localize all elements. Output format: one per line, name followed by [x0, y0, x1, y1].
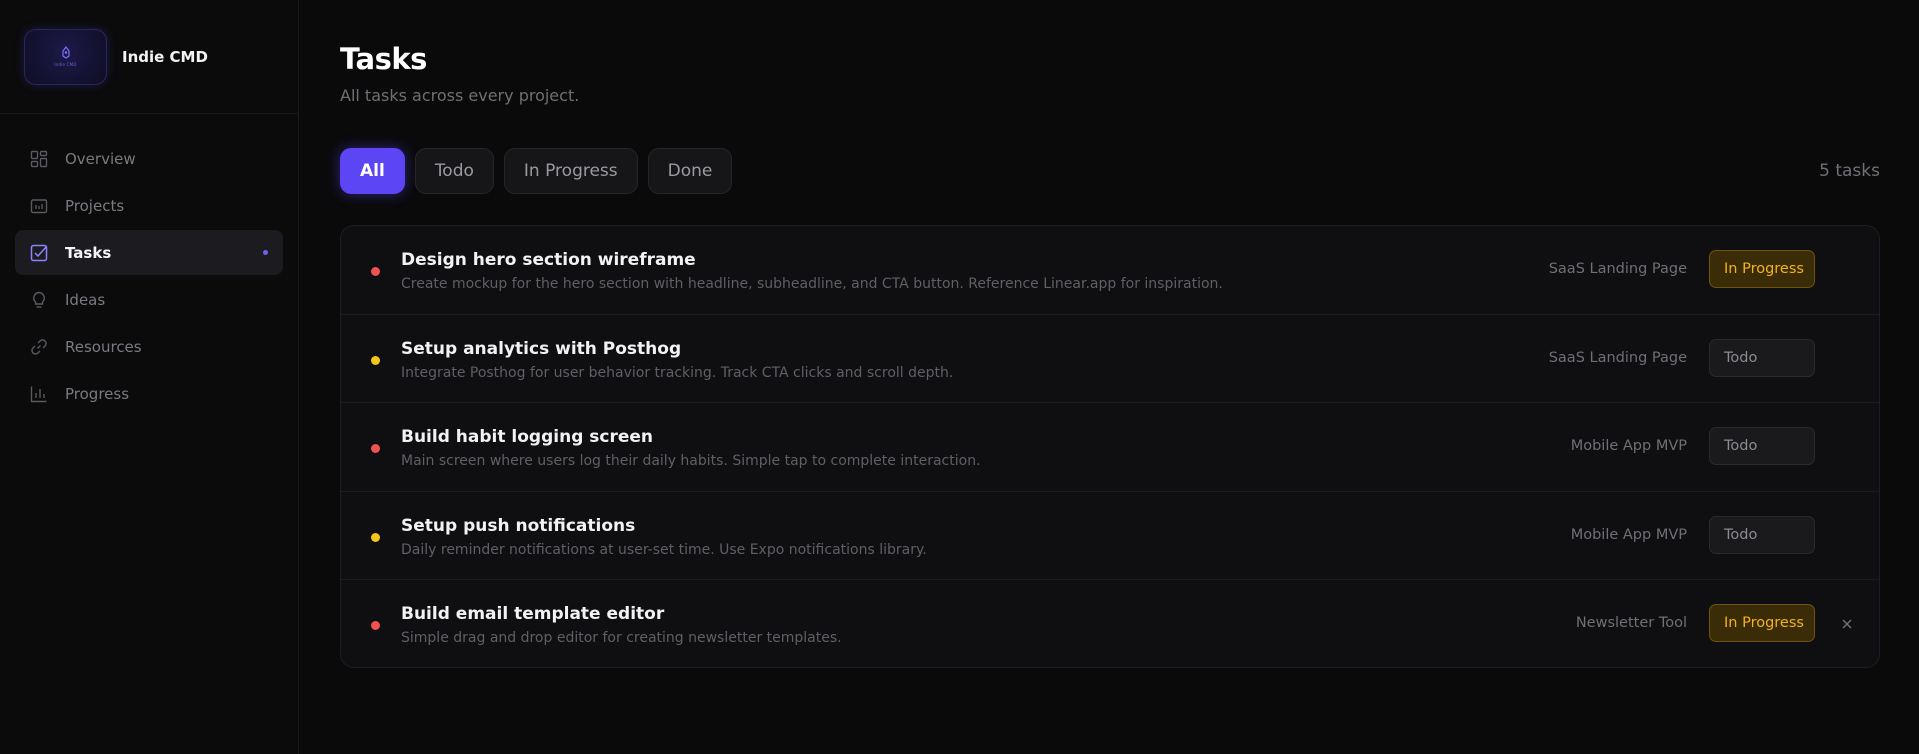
brand-name: Indie CMD — [122, 47, 208, 66]
task-row[interactable]: Setup push notifications Daily reminder … — [341, 491, 1879, 581]
filter-in-progress-button[interactable]: In Progress — [503, 148, 638, 194]
task-description: Simple drag and drop editor for creating… — [401, 630, 842, 647]
task-title[interactable]: Build email template editor — [401, 604, 664, 624]
task-row[interactable]: Build email template editor Simple drag … — [341, 580, 1879, 667]
status-select[interactable]: In Progress — [1709, 604, 1815, 643]
task-project: Mobile App MVP — [1570, 438, 1687, 455]
checkbox-icon — [30, 244, 48, 262]
task-project: Newsletter Tool — [1575, 615, 1687, 632]
sidebar-item-label: Overview — [65, 149, 136, 168]
task-count: 5 tasks — [1819, 161, 1880, 181]
sidebar-item-progress[interactable]: Progress — [15, 371, 283, 416]
status-filter-tabs: All Todo In Progress Done — [340, 148, 733, 194]
brand-header: Indie CMD Indie CMD — [0, 0, 298, 114]
lightbulb-icon — [30, 291, 48, 309]
task-row[interactable]: Build habit logging screen Main screen w… — [341, 403, 1879, 492]
page-subtitle: All tasks across every project. — [340, 86, 580, 105]
priority-dot — [371, 444, 380, 454]
task-description: Main screen where users log their daily … — [401, 453, 981, 470]
filter-todo-button[interactable]: Todo — [414, 148, 494, 194]
sidebar-item-ideas[interactable]: Ideas — [15, 277, 283, 322]
link-icon — [30, 338, 48, 356]
task-row[interactable]: Design hero section wireframe Create moc… — [341, 226, 1879, 315]
bar-chart-icon — [30, 385, 48, 403]
sidebar-item-label: Progress — [65, 384, 130, 403]
task-project: Mobile App MVP — [1570, 526, 1687, 543]
app-logo[interactable]: Indie CMD — [24, 28, 107, 85]
sidebar-item-projects[interactable]: Projects — [15, 183, 283, 228]
sidebar-item-label: Ideas — [65, 290, 106, 309]
priority-dot — [371, 621, 380, 631]
folder-icon — [30, 197, 48, 215]
page-title: Tasks — [340, 42, 427, 76]
rocket-icon — [61, 46, 70, 59]
sidebar-item-label: Projects — [65, 196, 125, 215]
task-title[interactable]: Design hero section wireframe — [401, 250, 696, 270]
sidebar: Indie CMD Indie CMD Overview Projects Ta… — [0, 0, 299, 754]
sidebar-item-tasks[interactable]: Tasks — [15, 230, 283, 275]
status-select[interactable]: Todo — [1709, 515, 1815, 554]
task-description: Daily reminder notifications at user-set… — [401, 541, 927, 558]
grid-icon — [30, 150, 48, 168]
priority-dot — [371, 267, 380, 276]
task-project: SaaS Landing Page — [1548, 261, 1687, 277]
active-indicator-dot — [263, 250, 268, 255]
task-row[interactable]: Setup analytics with Posthog Integrate P… — [341, 314, 1879, 404]
task-title[interactable]: Build habit logging screen — [401, 427, 653, 447]
filter-all-button[interactable]: All — [340, 148, 405, 194]
sidebar-item-overview[interactable]: Overview — [15, 136, 283, 181]
sidebar-item-label: Tasks — [65, 243, 112, 262]
task-title[interactable]: Setup push notifications — [401, 516, 635, 536]
priority-dot — [371, 532, 380, 542]
status-select[interactable]: In Progress — [1709, 250, 1815, 288]
status-select[interactable]: Todo — [1709, 338, 1815, 377]
task-list: Design hero section wireframe Create moc… — [340, 225, 1880, 668]
status-select[interactable]: Todo — [1709, 427, 1815, 466]
sidebar-nav: Overview Projects Tasks Ideas Resources … — [0, 114, 298, 416]
task-project: SaaS Landing Page — [1548, 349, 1687, 366]
task-description: Integrate Posthog for user behavior trac… — [401, 364, 954, 381]
task-title[interactable]: Setup analytics with Posthog — [401, 339, 681, 359]
priority-dot — [371, 355, 380, 365]
filter-done-button[interactable]: Done — [647, 148, 733, 194]
sidebar-item-resources[interactable]: Resources — [15, 324, 283, 369]
delete-task-close-icon[interactable] — [1837, 614, 1857, 634]
logo-text: Indie CMD — [54, 62, 77, 67]
task-description: Create mockup for the hero section with … — [401, 276, 1223, 292]
sidebar-item-label: Resources — [65, 337, 142, 356]
